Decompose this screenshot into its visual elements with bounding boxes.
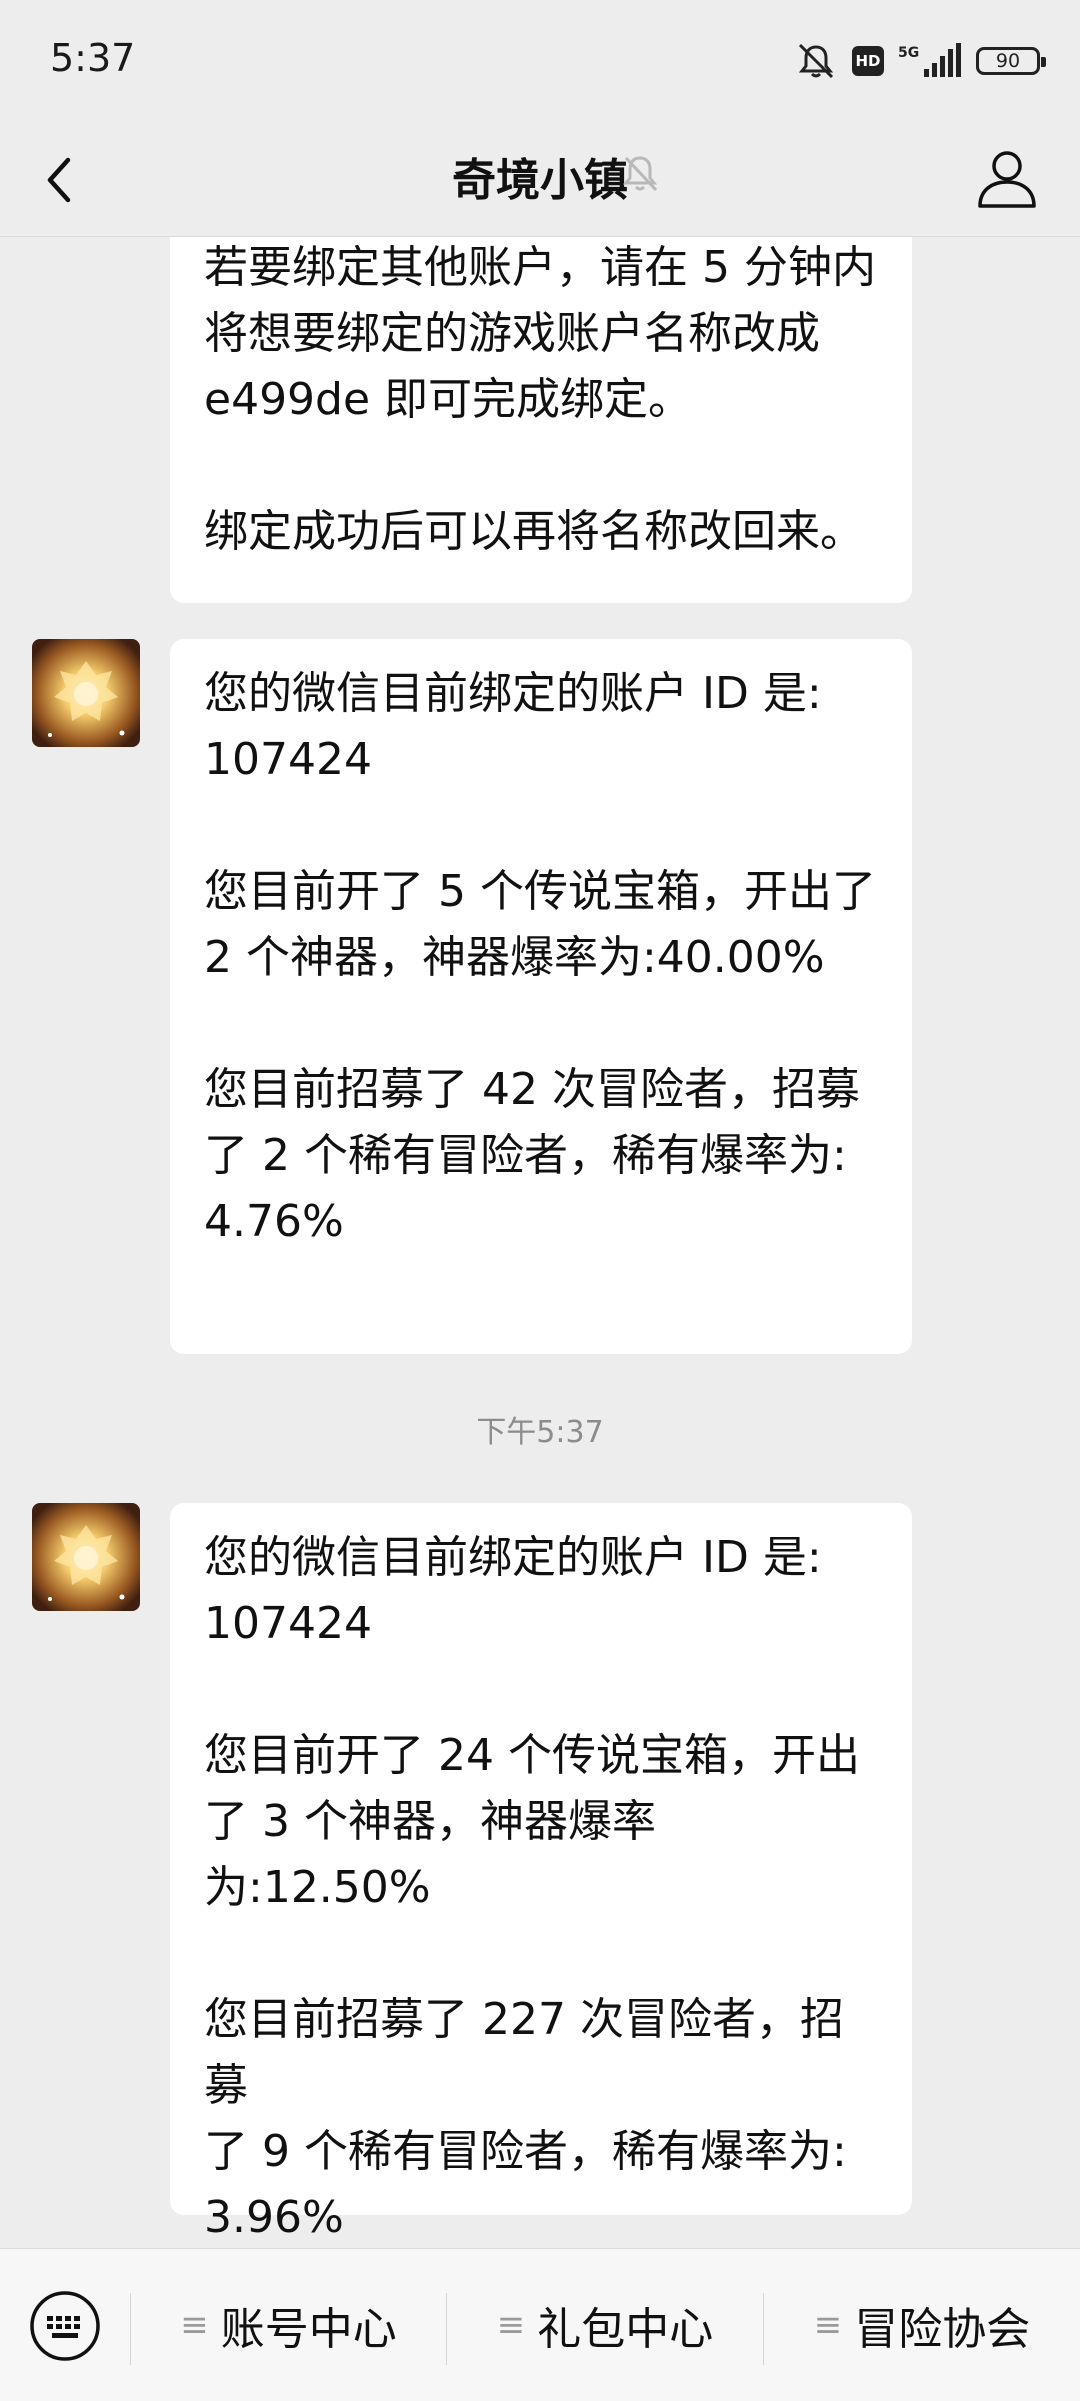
message-line: 了 2 个稀有冒险者，稀有爆率为: [204, 1130, 847, 1181]
message-line: 了 3 个神器，神器爆率为:12.50% [204, 1796, 656, 1913]
mute-icon [798, 43, 834, 79]
status-icons: HD 5G 90 [794, 38, 1046, 84]
message-line: 您目前招募了 227 次冒险者，招募 [204, 1994, 844, 2111]
menu-item-label: 冒险协会 [854, 2304, 1031, 2355]
message-line: 若要绑定其他账户，请在 5 分钟内 [204, 242, 876, 293]
avatar[interactable] [32, 1503, 140, 1611]
chat-title: 奇境小镇 [452, 155, 628, 206]
menu-lines-icon: ≡ [180, 2305, 209, 2345]
bottom-menu-bar: ≡ 账号中心 ≡ 礼包中心 ≡ 冒险协会 [0, 2248, 1080, 2401]
message-line: 2 个神器，神器爆率为:40.00% [204, 932, 825, 983]
status-bar: 5:37 HD 5G 90 [0, 0, 1080, 120]
menu-account-center[interactable]: ≡ 账号中心 [131, 2249, 446, 2401]
lion-emblem-icon [32, 639, 140, 747]
menu-item-label: 账号中心 [220, 2304, 397, 2355]
message-line: 您目前开了 24 个传说宝箱，开出 [204, 1730, 860, 1781]
avatar[interactable] [32, 639, 140, 747]
message-line: 您目前招募了 42 次冒险者，招募 [204, 1064, 860, 1115]
menu-item-label: 礼包中心 [537, 2304, 714, 2355]
battery-icon: 90 [976, 47, 1046, 75]
message-timestamp: 下午5:37 [476, 1415, 604, 1450]
message-line: 您的微信目前绑定的账户 ID 是: [204, 668, 822, 719]
message-line: 将想要绑定的游戏账户名称改成 [204, 308, 820, 359]
message-line: e499de 即可完成绑定。 [204, 374, 693, 425]
signal-icon: 5G [898, 43, 961, 77]
hd-icon: HD [852, 46, 884, 76]
message-line: 107424 [204, 1598, 372, 1649]
signal-type: 5G [898, 45, 919, 61]
lion-emblem-icon [32, 1503, 140, 1611]
message-bubble[interactable]: 您的微信目前绑定的账户 ID 是: 107424 您目前开了 5 个传说宝箱，开… [170, 639, 912, 1354]
message-line: 4.76% [204, 1196, 344, 1247]
menu-gift-center[interactable]: ≡ 礼包中心 [447, 2249, 763, 2401]
message-line: 3.96% [204, 2192, 344, 2243]
message-line: 107424 [204, 734, 372, 785]
chat-area[interactable]: 若要绑定其他账户，请在 5 分钟内 将想要绑定的游戏账户名称改成 e499de … [0, 237, 1080, 2247]
nav-bar: 奇境小镇 [0, 120, 1080, 237]
status-time: 5:37 [50, 36, 136, 80]
menu-adventure-guild[interactable]: ≡ 冒险协会 [764, 2249, 1080, 2401]
message-line: 了 9 个稀有冒险者，稀有爆率为: [204, 2126, 847, 2177]
mute-bell-icon [622, 156, 658, 192]
message-bubble[interactable]: 若要绑定其他账户，请在 5 分钟内 将想要绑定的游戏账户名称改成 e499de … [170, 237, 912, 603]
profile-icon[interactable] [974, 144, 1040, 210]
message-line: 您的微信目前绑定的账户 ID 是: [204, 1532, 822, 1583]
menu-lines-icon: ≡ [496, 2305, 526, 2345]
message-line: 绑定成功后可以再将名称改回来。 [204, 506, 864, 557]
message-line: 您目前开了 5 个传说宝箱，开出了 [204, 866, 876, 917]
keyboard-icon[interactable] [28, 2289, 102, 2363]
message-bubble[interactable]: 您的微信目前绑定的账户 ID 是: 107424 您目前开了 24 个传说宝箱，… [170, 1503, 912, 2243]
menu-lines-icon: ≡ [813, 2305, 843, 2345]
